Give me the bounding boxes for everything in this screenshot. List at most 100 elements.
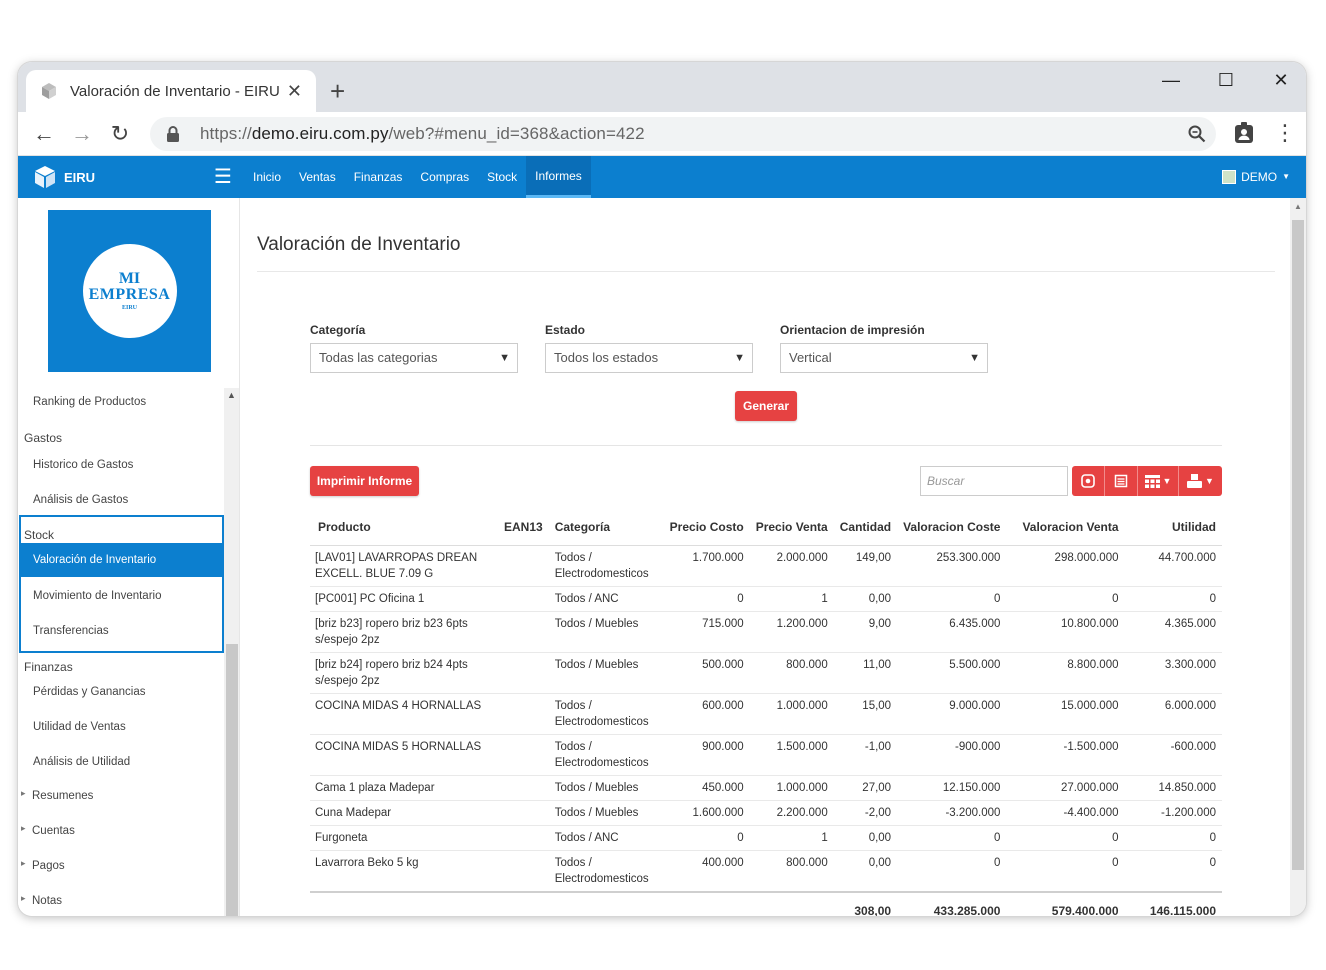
scroll-up-arrow-icon[interactable]: ▲ <box>227 390 236 400</box>
orientacion-select[interactable]: Vertical ▼ <box>780 343 988 373</box>
estado-select[interactable]: Todos los estados ▼ <box>545 343 753 373</box>
table-row[interactable]: Lavarrora Beko 5 kg Todos / Electrodomest… <box>310 850 1222 893</box>
menu-informes[interactable]: Informes <box>526 156 591 198</box>
sidebar-item-valoracion-inventario[interactable]: Valoración de Inventario <box>20 543 222 577</box>
menu-inicio[interactable]: Inicio <box>244 156 290 198</box>
hamburger-menu-icon[interactable]: ☰ <box>214 164 232 189</box>
table-cell: Furgoneta <box>310 825 498 851</box>
table-cell: -2,00 <box>833 800 898 826</box>
main-scrollbar[interactable]: ▲ <box>1290 198 1306 916</box>
sidebar: MI EMPRESA EIRU Ranking de Productos Gas… <box>18 198 240 916</box>
sidebar-scrollbar-thumb[interactable] <box>226 644 238 916</box>
new-tab-icon[interactable]: + <box>330 76 345 106</box>
pdf-export-button[interactable] <box>1072 466 1105 496</box>
imprimir-informe-button[interactable]: Imprimir Informe <box>310 466 419 496</box>
col-valoracion-coste[interactable]: Valoracion Coste <box>897 509 1007 546</box>
sidebar-item-transferencias[interactable]: Transferencias <box>33 625 109 637</box>
profile-badge-icon[interactable] <box>1234 122 1254 144</box>
col-valoracion-venta[interactable]: Valoracion Venta <box>1006 509 1125 546</box>
sidebar-item-historico-gastos[interactable]: Historico de Gastos <box>33 459 133 471</box>
menu-compras[interactable]: Compras <box>411 156 478 198</box>
browser-menu-icon[interactable]: ⋮ <box>1274 120 1296 146</box>
caret-down-icon: ▼ <box>1205 476 1214 486</box>
window-close-icon[interactable]: ✕ <box>1266 70 1296 91</box>
reload-icon[interactable]: ↻ <box>106 121 134 147</box>
brand-logo[interactable]: EIRU <box>32 164 95 190</box>
cube-favicon-icon <box>42 83 56 99</box>
table-cell: 1.500.000 <box>749 734 834 776</box>
total-valoracion-venta: 579.400.000 <box>1051 903 1119 917</box>
address-bar[interactable]: https://demo.eiru.com.py/web?#menu_id=36… <box>150 117 1216 151</box>
sidebar-scrollbar[interactable]: ▲ <box>224 388 239 916</box>
table-cell: 6.000.000 <box>1124 693 1222 735</box>
columns-toggle-button[interactable]: ▼ <box>1138 466 1179 496</box>
table-cell: 27,00 <box>833 775 898 801</box>
scroll-up-arrow-icon[interactable]: ▲ <box>1294 202 1302 211</box>
user-menu[interactable]: DEMO ▼ <box>1222 156 1290 198</box>
table-cell: 6.435.000 <box>897 611 1007 653</box>
menu-finanzas[interactable]: Finanzas <box>345 156 412 198</box>
zoom-icon[interactable] <box>1188 125 1206 143</box>
main-scrollbar-thumb[interactable] <box>1292 220 1304 870</box>
table-cell: 0,00 <box>833 850 898 893</box>
menu-stock[interactable]: Stock <box>478 156 526 198</box>
table-cell: 1.600.000 <box>661 800 750 826</box>
table-cell: Todos / Muebles <box>548 652 662 694</box>
col-precio-costo[interactable]: Precio Costo <box>661 509 750 546</box>
table-cell <box>549 892 662 917</box>
app-navbar: EIRU ☰ Inicio Ventas Finanzas Compras St… <box>18 156 1306 198</box>
tab-title: Valoración de Inventario - EIRU <box>70 82 280 100</box>
back-arrow-icon[interactable]: ← <box>30 121 58 147</box>
print-options-button[interactable]: ▼ <box>1179 466 1222 496</box>
menu-ventas[interactable]: Ventas <box>290 156 345 198</box>
caret-down-icon: ▼ <box>1282 172 1290 181</box>
table-row[interactable]: Furgoneta Todos / ANC 0 1 0,00 0 0 0 <box>310 825 1222 851</box>
browser-tab[interactable]: Valoración de Inventario - EIRU ✕ <box>26 70 316 112</box>
columns-icon <box>1144 474 1160 488</box>
sidebar-item-analisis-gastos[interactable]: Análisis de Gastos <box>33 494 128 506</box>
sidebar-item-movimiento-inventario[interactable]: Movimiento de Inventario <box>33 590 161 602</box>
categoria-select[interactable]: Todas las categorias ▼ <box>310 343 518 373</box>
col-categoria[interactable]: Categoría <box>548 509 662 546</box>
table-cell: 149,00 <box>833 545 898 587</box>
sidebar-tree-cuentas[interactable]: Cuentas <box>21 823 75 837</box>
minimize-icon[interactable]: — <box>1156 70 1186 91</box>
generar-button[interactable]: Generar <box>735 391 797 421</box>
maximize-icon[interactable]: ☐ <box>1211 70 1241 91</box>
sidebar-heading-stock: Stock <box>24 528 55 542</box>
table-cell: [briz b24] ropero briz b24 4pts s/espejo… <box>310 652 498 694</box>
excel-export-button[interactable] <box>1105 466 1138 496</box>
forward-arrow-icon[interactable]: → <box>68 121 96 147</box>
table-body: [LAV01] LAVARROPAS DREAN EXCELL. BLUE 7.… <box>310 545 1222 916</box>
col-ean13[interactable]: EAN13 <box>498 509 549 546</box>
table-row[interactable]: COCINA MIDAS 4 HORNALLAS Todos / Electrod… <box>310 693 1222 735</box>
search-input[interactable] <box>920 466 1068 496</box>
table-row[interactable]: [briz b23] ropero briz b23 6pts s/espejo… <box>310 611 1222 653</box>
col-utilidad[interactable]: Utilidad <box>1124 509 1222 546</box>
sidebar-item-ranking-productos[interactable]: Ranking de Productos <box>33 396 146 408</box>
sidebar-tree-resumenes[interactable]: Resumenes <box>21 788 93 802</box>
sidebar-item-analisis-utilidad[interactable]: Análisis de Utilidad <box>33 756 130 768</box>
sidebar-tree-notas[interactable]: Notas <box>21 893 62 907</box>
sidebar-item-perdidas-ganancias[interactable]: Pérdidas y Ganancias <box>33 686 146 698</box>
col-cantidad[interactable]: Cantidad <box>833 509 898 546</box>
table-cell: 14.850.000 <box>1124 775 1222 801</box>
tab-strip: Valoración de Inventario - EIRU ✕ + — ☐ … <box>18 62 1306 112</box>
table-cell: 600.000 <box>661 693 750 735</box>
col-producto[interactable]: Producto <box>310 509 498 546</box>
table-cell: 0 <box>1124 825 1222 851</box>
table-row[interactable]: [briz b24] ropero briz b24 4pts s/espejo… <box>310 652 1222 694</box>
table-row[interactable]: Cama 1 plaza Madepar Todos / Muebles 450.0… <box>310 775 1222 801</box>
table-row[interactable]: [PC001] PC Oficina 1 Todos / ANC 0 1 0,00 0 0 0 <box>310 586 1222 612</box>
table-cell: -600.000 <box>1124 734 1222 776</box>
table-row[interactable]: [LAV01] LAVARROPAS DREAN EXCELL. BLUE 7.… <box>310 545 1222 587</box>
sidebar-tree-pagos[interactable]: Pagos <box>21 858 64 872</box>
col-precio-venta[interactable]: Precio Venta <box>749 509 834 546</box>
table-row[interactable]: Cuna Madepar Todos / Muebles 1.600.000 2.20… <box>310 800 1222 826</box>
tab-close-icon[interactable]: ✕ <box>287 81 302 102</box>
table-cell: 9.000.000 <box>897 693 1007 735</box>
table-row[interactable]: COCINA MIDAS 5 HORNALLAS Todos / Electrod… <box>310 734 1222 776</box>
table-cell <box>498 611 549 653</box>
sidebar-item-utilidad-ventas[interactable]: Utilidad de Ventas <box>33 721 126 733</box>
table-cell: 0 <box>1124 586 1222 612</box>
